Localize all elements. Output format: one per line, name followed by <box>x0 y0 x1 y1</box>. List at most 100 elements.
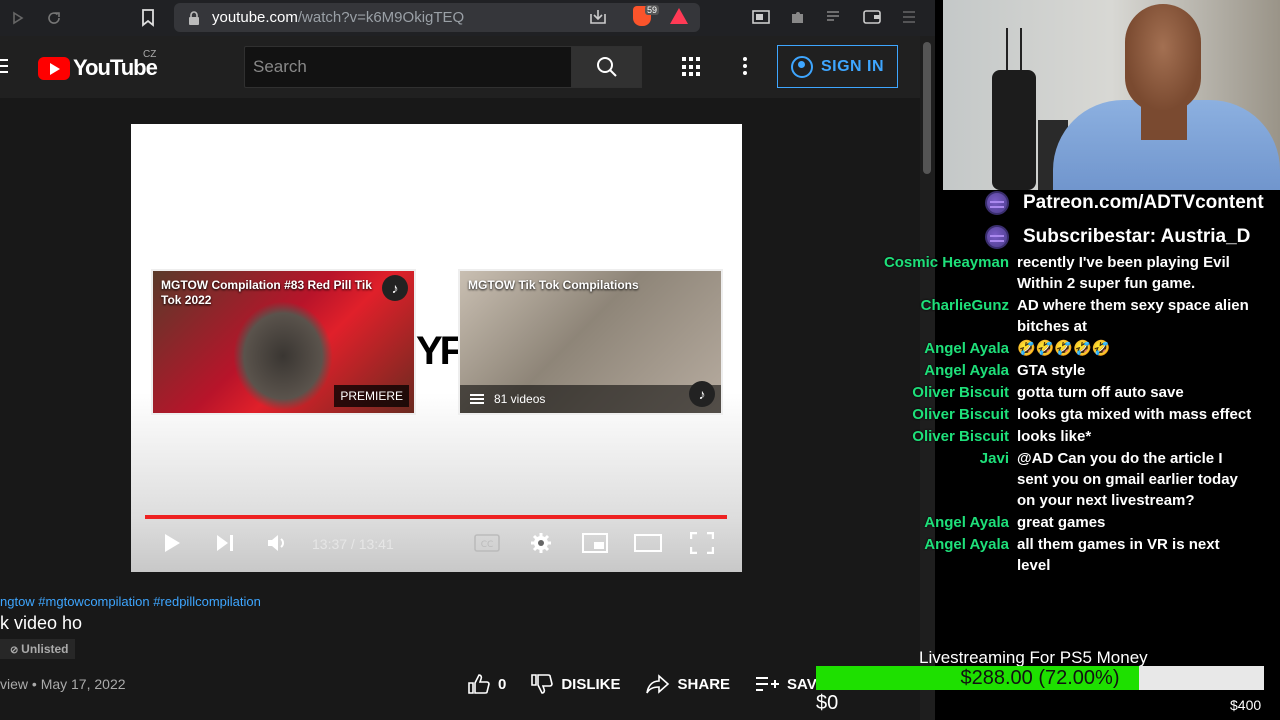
chat-text: recently I've been playing Evil Within 2… <box>1017 254 1230 292</box>
back-icon[interactable] <box>0 0 36 36</box>
chat-text: looks like* <box>1017 428 1092 445</box>
chat-message: Angel Ayala 🤣🤣🤣🤣🤣 <box>870 338 1270 359</box>
endcard-title: MGTOW Compilation #83 Red Pill Tik Tok 2… <box>161 278 372 307</box>
views-and-date: view • May 17, 2022 <box>0 676 126 692</box>
punching-bag-strap <box>1006 28 1022 72</box>
account-icon <box>790 55 813 78</box>
like-button[interactable]: 0 <box>468 674 506 694</box>
sign-in-button[interactable]: SIGN IN <box>777 45 898 88</box>
chat-username: Oliver Biscuit <box>912 384 1009 401</box>
extensions-puzzle-icon[interactable] <box>787 6 809 28</box>
goal-max: $400 <box>1230 697 1262 713</box>
captions-icon[interactable]: CC <box>472 528 502 558</box>
playlist-count: 81 videos <box>494 392 546 406</box>
thumbs-up-icon <box>468 674 490 694</box>
background-logo-text: YF <box>416 329 458 369</box>
streamer-head <box>1125 4 1201 112</box>
search-icon <box>596 57 617 77</box>
chat-text: @AD Can you do the article I sent you on… <box>1017 450 1238 509</box>
video-actions: 0 DISLIKE SHARE SAV <box>468 674 842 694</box>
svg-text:CC: CC <box>481 540 494 550</box>
endcard-title: MGTOW Tik Tok Compilations <box>468 278 639 292</box>
goal-value: $288.00 (72.00%) <box>960 667 1120 689</box>
wallet-icon[interactable] <box>861 6 883 28</box>
next-icon[interactable] <box>210 528 240 558</box>
chat-username: CharlieGunz <box>920 297 1009 314</box>
lock-icon <box>188 10 202 25</box>
menu-icon[interactable] <box>898 6 920 28</box>
chat-text: gotta turn off auto save <box>1017 384 1184 401</box>
chat-username: Angel Ayala <box>924 340 1009 357</box>
address-bar[interactable]: youtube.com/watch?v=k6M9OkigTEQ <box>174 3 700 32</box>
webcam-feed <box>943 0 1280 190</box>
chat-message: Cosmic Heayman recently I've been playing… <box>870 252 1270 294</box>
chat-text: GTA style <box>1017 362 1086 379</box>
goal-progress-bar: $288.00 (72.00%) <box>816 666 1264 690</box>
unlisted-icon: ⊘ <box>10 645 22 656</box>
playlist-icon <box>470 392 484 406</box>
chat-message: Oliver Biscuit gotta turn off auto save <box>870 382 1270 403</box>
settings-gear-icon[interactable] <box>526 528 556 558</box>
playlist-count-bar: 81 videos <box>460 385 721 413</box>
promo-line-patreon: Patreon.com/ADTVcontent <box>985 191 1264 215</box>
promo-text: Subscribestar: Austria_D <box>1023 226 1251 247</box>
chat-username: Javi <box>979 450 1009 467</box>
url-path: /watch?v=k6M9OkigTEQ <box>297 9 465 26</box>
sidebar-icon[interactable] <box>750 6 772 28</box>
promo-line-subscribestar: Subscribestar: Austria_D <box>985 225 1250 249</box>
endcard-video[interactable]: MGTOW Compilation #83 Red Pill Tik Tok 2… <box>151 269 416 415</box>
chat-message: Oliver Biscuit looks gta mixed with mass … <box>870 404 1270 425</box>
chat-username: Angel Ayala <box>924 514 1009 531</box>
search-button[interactable] <box>571 46 642 88</box>
thumbs-down-icon <box>531 674 554 694</box>
extensions-row <box>750 6 920 28</box>
youtube-header: YouTube CZ Search SIGN IN <box>0 36 920 98</box>
chat-text: looks gta mixed with mass effect <box>1017 406 1252 423</box>
save-button[interactable]: SAV <box>755 675 817 693</box>
dislike-button[interactable]: DISLIKE <box>531 674 621 694</box>
endcard-playlist[interactable]: MGTOW Tik Tok Compilations 81 videos ♪ <box>458 269 723 415</box>
search-input[interactable]: Search <box>244 46 572 88</box>
goal-title: Livestreaming For PS5 Money <box>919 648 1148 667</box>
chat-username: Oliver Biscuit <box>912 406 1009 423</box>
globe-icon <box>985 191 1009 215</box>
youtube-logo[interactable]: YouTube <box>38 55 158 81</box>
chat-overlay: Cosmic Heayman recently I've been playing… <box>870 252 1270 577</box>
brave-blocked-count: 59 <box>645 5 660 15</box>
chat-message: CharlieGunz AD where them sexy space alie… <box>870 295 1270 337</box>
brave-rewards-icon[interactable] <box>670 8 688 24</box>
unlisted-label: Unlisted <box>21 642 69 656</box>
save-label: SAV <box>787 675 817 693</box>
chat-message: Angel Ayala all them games in VR is next … <box>870 534 1270 576</box>
hamburger-menu-icon[interactable] <box>0 59 8 77</box>
playlist-icon[interactable] <box>824 6 846 28</box>
share-button[interactable]: SHARE <box>645 674 731 694</box>
volume-icon[interactable] <box>263 528 293 558</box>
theater-mode-icon[interactable] <box>633 528 663 558</box>
url-host: youtube.com <box>212 9 298 26</box>
chat-username: Cosmic Heayman <box>883 254 1009 271</box>
download-icon[interactable] <box>588 8 608 28</box>
share-label: SHARE <box>677 675 731 693</box>
fullscreen-icon[interactable] <box>687 528 717 558</box>
reload-icon[interactable] <box>36 0 72 36</box>
play-icon[interactable] <box>157 528 187 558</box>
miniplayer-icon[interactable] <box>580 528 610 558</box>
chat-username: Angel Ayala <box>924 536 1009 553</box>
more-vert-icon[interactable] <box>743 57 747 78</box>
tiktok-icon: ♪ <box>382 275 408 301</box>
chat-message: Oliver Biscuit looks like* <box>870 426 1270 447</box>
bookmark-icon[interactable] <box>138 8 158 28</box>
chat-username: Angel Ayala <box>924 362 1009 379</box>
video-hashtags[interactable]: ngtow #mgtowcompilation #redpillcompilat… <box>0 594 261 609</box>
video-player[interactable]: YF MGTOW Compilation #83 Red Pill Tik To… <box>131 124 742 572</box>
chat-message: Angel Ayala GTA style <box>870 360 1270 381</box>
sign-in-label: SIGN IN <box>820 57 885 75</box>
apps-grid-icon[interactable] <box>682 57 702 77</box>
progress-bar[interactable] <box>145 515 727 519</box>
globe-icon <box>985 225 1009 249</box>
scrollbar-thumb[interactable] <box>923 42 931 174</box>
chat-text: great games <box>1017 514 1106 531</box>
share-icon <box>645 674 669 694</box>
time-display: 13:37 / 13:41 <box>312 536 394 552</box>
